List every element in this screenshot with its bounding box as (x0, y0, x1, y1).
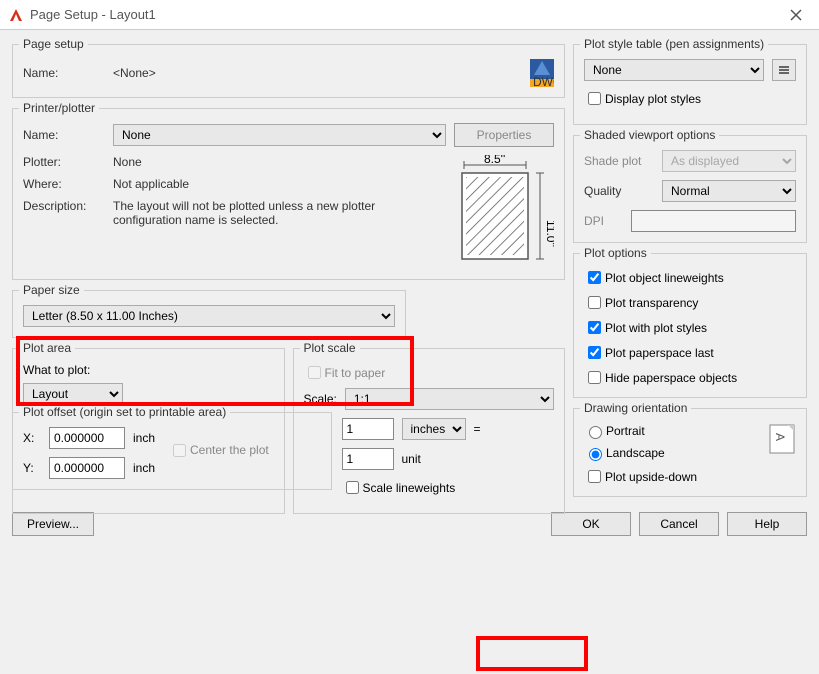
center-plot-checkbox (173, 444, 186, 457)
offset-x-input[interactable] (49, 427, 125, 449)
svg-text:8.5'': 8.5'' (484, 155, 505, 166)
plot-transparency-checkbox[interactable] (588, 296, 601, 309)
titlebar: Page Setup - Layout1 (0, 0, 819, 30)
preview-button[interactable]: Preview... (12, 512, 94, 536)
close-icon (790, 9, 802, 21)
highlight-ok (476, 636, 588, 671)
close-button[interactable] (781, 0, 811, 30)
paper-preview-icon: 8.5'' 11.0'' (454, 155, 554, 269)
plot-offset-group: Plot offset (origin set to printable are… (12, 412, 332, 490)
portrait-radio[interactable] (589, 426, 602, 439)
scale-denom-input[interactable] (342, 448, 394, 470)
paper-size-group: Paper size Letter (8.50 x 11.00 Inches) (12, 290, 406, 338)
plot-style-select[interactable]: None (584, 59, 764, 81)
paper-size-select[interactable]: Letter (8.50 x 11.00 Inches) (23, 305, 395, 327)
svg-text:DWG: DWG (533, 75, 554, 87)
offset-y-input[interactable] (49, 457, 125, 479)
scale-unit-select[interactable]: inches (402, 418, 466, 440)
svg-text:11.0'': 11.0'' (544, 220, 554, 247)
scale-select[interactable]: 1:1 (345, 388, 554, 410)
orientation-group: Drawing orientation Portrait Landscape A… (573, 408, 807, 497)
what-to-plot-select[interactable]: Layout (23, 383, 123, 405)
scale-lineweights-checkbox[interactable] (346, 481, 359, 494)
plot-options-group: Plot options Plot object lineweights Plo… (573, 253, 807, 398)
name-label: Name: (23, 66, 105, 80)
display-plot-styles-checkbox[interactable] (588, 92, 601, 105)
autocad-logo-icon (8, 7, 24, 23)
properties-button[interactable]: Properties (454, 123, 554, 147)
quality-select[interactable]: Normal (662, 180, 796, 202)
hide-paperspace-checkbox[interactable] (588, 371, 601, 384)
dwg-icon: DWG (530, 59, 554, 87)
window-title: Page Setup - Layout1 (30, 7, 781, 22)
orientation-a-icon: A (768, 423, 796, 455)
plot-paperspace-last-checkbox[interactable] (588, 346, 601, 359)
page-setup-name: <None> (113, 66, 522, 80)
fit-to-paper-checkbox (308, 366, 321, 379)
plot-with-styles-checkbox[interactable] (588, 321, 601, 334)
landscape-radio[interactable] (589, 448, 602, 461)
help-button[interactable]: Help (727, 512, 807, 536)
plot-scale-group: Plot scale Fit to paper Scale: 1:1 inche… (293, 348, 566, 514)
plot-lineweights-checkbox[interactable] (588, 271, 601, 284)
list-icon (778, 64, 790, 76)
upside-down-checkbox[interactable] (588, 470, 601, 483)
shaded-viewport-group: Shaded viewport options Shade plotAs dis… (573, 135, 807, 243)
plot-style-group: Plot style table (pen assignments) None … (573, 44, 807, 125)
svg-text:A: A (773, 433, 787, 441)
scale-num-input[interactable] (342, 418, 394, 440)
printer-name-select[interactable]: None (113, 124, 446, 146)
plot-style-edit-button[interactable] (772, 59, 796, 81)
printer-group: Printer/plotter Name: None Properties Pl… (12, 108, 565, 280)
page-setup-group: Page setup Name: <None> DWG (12, 44, 565, 98)
cancel-button[interactable]: Cancel (639, 512, 719, 536)
ok-button[interactable]: OK (551, 512, 631, 536)
shade-plot-select: As displayed (662, 150, 796, 172)
dpi-input (631, 210, 796, 232)
